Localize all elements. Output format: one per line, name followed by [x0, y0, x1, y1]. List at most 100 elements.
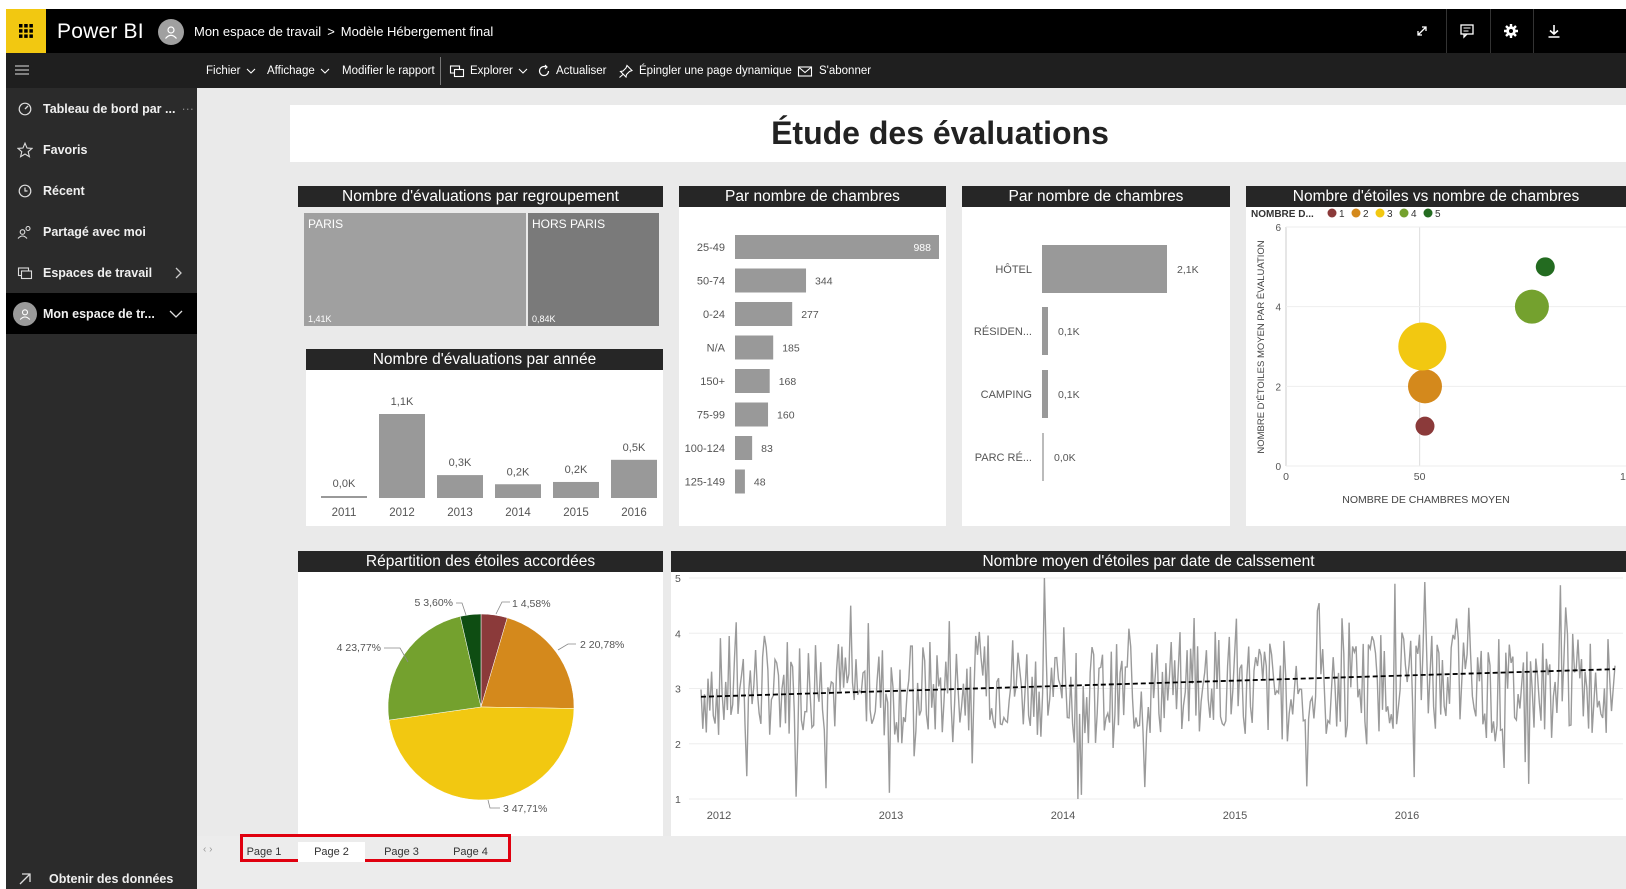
view-menu-label: Affichage	[267, 64, 315, 77]
treemap-tile-paris[interactable]: PARIS 1,41K	[304, 213, 526, 326]
chevron-down-icon	[518, 68, 528, 74]
data-label: 1 4,58%	[512, 598, 551, 610]
user-icon	[165, 26, 177, 39]
treemap-label: PARIS	[308, 217, 344, 231]
legend-swatch	[1375, 208, 1385, 218]
tab-page-2[interactable]: Page 2	[298, 842, 365, 862]
years-bar-chart: 0,0K 2011 1,1K 2012 0,3K 2013 0,2K 2014 0,2K 2015…	[321, 396, 657, 519]
tick-label: 1	[675, 794, 681, 806]
sidebar-item-label: Espaces de travail	[43, 265, 153, 280]
data-label: 2 20,78%	[580, 639, 624, 651]
tick-label: 5	[675, 573, 681, 585]
page-tab-bar: ‹ › Page 1 Page 2 Page 3 Page 4	[197, 834, 1626, 889]
tab-page-4[interactable]: Page 4	[438, 842, 503, 862]
refresh-button[interactable]: Actualiser	[537, 53, 607, 88]
bar	[321, 496, 367, 498]
comments-button[interactable]	[1446, 9, 1486, 53]
bar	[735, 268, 807, 293]
leader-line	[557, 643, 576, 651]
rooms-bar-chart-visual[interactable]: Par nombre de chambres 25-49 988 50-74 344 0…	[679, 186, 946, 526]
type-bar-chart-visual[interactable]: Par nombre de chambres HÔTEL 2,1K RÉSIDEN.…	[962, 186, 1230, 526]
sidebar-item-shared[interactable]: Partagé avec moi	[6, 211, 197, 252]
workspace-avatar[interactable]	[158, 19, 184, 45]
visual-title: Par nombre de chambres	[679, 186, 946, 207]
explore-menu[interactable]: Explorer	[449, 53, 534, 88]
tick-label: 2014	[505, 507, 531, 519]
get-data-button[interactable]: Obtenir des données	[18, 872, 173, 886]
leader-line	[487, 799, 500, 809]
more-options-icon[interactable]: ···	[181, 102, 194, 116]
tab-page-3[interactable]: Page 3	[369, 842, 434, 862]
app-launcher-button[interactable]	[6, 9, 46, 53]
file-menu[interactable]: Fichier	[206, 53, 262, 88]
data-label: 1,1K	[391, 396, 414, 408]
data-label: 168	[779, 376, 797, 388]
sidebar-item-favorites[interactable]: Favoris	[6, 129, 197, 170]
x-axis-title: NOMBRE DE CHAMBRES MOYEN	[1342, 494, 1509, 506]
download-button[interactable]	[1533, 9, 1573, 53]
download-icon	[1548, 25, 1559, 38]
legend-label: 5	[1435, 209, 1441, 220]
page-scroll-arrows[interactable]: ‹ ›	[203, 844, 212, 855]
bar	[437, 475, 483, 498]
sidebar-item-dashboard[interactable]: Tableau de bord par ... ···	[6, 88, 197, 129]
sidebar-item-my-workspace[interactable]: Mon espace de tr...	[6, 293, 197, 334]
data-label: 0,5K	[623, 442, 646, 454]
settings-button[interactable]	[1490, 9, 1530, 53]
bar	[379, 414, 425, 498]
tick-label: 2016	[621, 507, 647, 519]
line-visual[interactable]: Nombre moyen d'étoiles par date de calss…	[671, 551, 1626, 836]
bar	[735, 302, 793, 326]
tick-label: 2016	[1395, 810, 1419, 822]
legend-label: 4	[1411, 209, 1417, 220]
bar	[495, 484, 541, 498]
edit-report-button[interactable]: Modifier le rapport	[342, 53, 435, 88]
workspaces-icon	[17, 266, 32, 279]
mail-icon	[797, 65, 813, 77]
tab-page-1[interactable]: Page 1	[243, 842, 285, 862]
years-bar-chart-visual[interactable]: Nombre d'évaluations par année 0,0K 2011 1…	[306, 349, 663, 526]
tick-label: 2	[1275, 382, 1281, 393]
hamburger-menu-icon[interactable]	[14, 63, 30, 77]
pin-live-page-label: Épingler une page dynamique	[639, 64, 792, 77]
tick-label: 100-124	[685, 443, 725, 455]
comment-icon	[1459, 24, 1474, 39]
tick-label: 50-74	[697, 276, 725, 288]
treemap-visual[interactable]: Nombre d'évaluations par regroupement PA…	[298, 186, 663, 327]
bar	[735, 369, 770, 393]
subscribe-button[interactable]: S'abonner	[797, 53, 871, 88]
visual-title: Nombre d'étoiles vs nombre de chambres	[1246, 186, 1626, 207]
expand-button[interactable]	[1402, 9, 1442, 53]
tick-label: 2012	[707, 810, 731, 822]
sidebar-item-recent[interactable]: Récent	[6, 170, 197, 211]
data-label: 344	[815, 276, 833, 288]
data-label: 185	[782, 343, 800, 355]
data-label: 2,1K	[1177, 264, 1199, 276]
treemap-tile-hors-paris[interactable]: HORS PARIS 0,84K	[528, 213, 659, 326]
tick-label: 125-149	[685, 477, 725, 489]
pie-visual[interactable]: Répartition des étoiles accordées 1 4,58…	[298, 551, 663, 836]
scatter-visual[interactable]: Nombre d'étoiles vs nombre de chambres N…	[1246, 186, 1626, 526]
visual-title: Nombre d'évaluations par année	[306, 349, 663, 370]
report-title: Étude des évaluations	[771, 115, 1109, 151]
shared-people-icon	[17, 225, 31, 239]
legend-label: 1	[1339, 209, 1345, 220]
scatter-point	[1415, 416, 1435, 436]
tick-label: 0	[1283, 471, 1289, 483]
brand-name[interactable]: Power BI	[57, 20, 144, 44]
sidebar-item-workspaces[interactable]: Espaces de travail	[6, 252, 197, 293]
pin-live-page-button[interactable]: Épingler une page dynamique	[618, 53, 792, 88]
visual-title: Par nombre de chambres	[962, 186, 1230, 207]
dashboard-icon	[18, 102, 31, 115]
subscribe-label: S'abonner	[819, 64, 872, 77]
tick-label: 10	[1620, 471, 1626, 483]
breadcrumb-workspace[interactable]: Mon espace de travail	[194, 24, 321, 39]
tick-label: 50	[1414, 471, 1426, 483]
data-label: 5 3,60%	[414, 597, 453, 609]
view-menu[interactable]: Affichage	[267, 53, 336, 88]
bar	[1042, 370, 1048, 418]
bar	[735, 436, 753, 460]
breadcrumb-report[interactable]: Modèle Hébergement final	[341, 24, 493, 39]
legend-swatch	[1423, 208, 1433, 218]
scatter-point	[1398, 322, 1447, 371]
